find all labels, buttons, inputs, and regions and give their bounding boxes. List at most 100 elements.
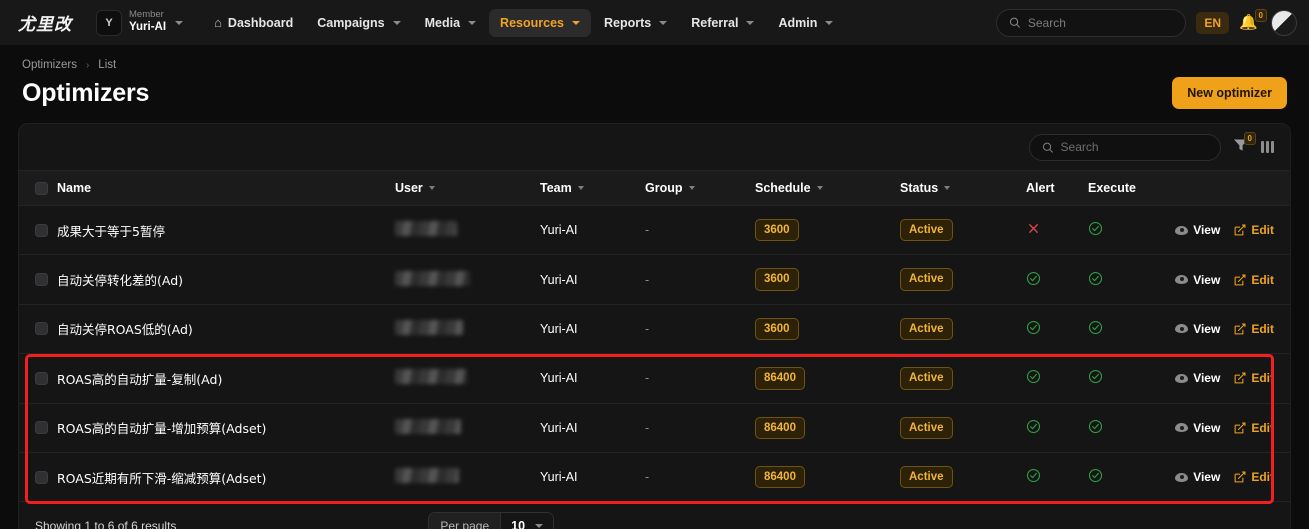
table-search-input[interactable] [1060,140,1208,154]
edit-action[interactable]: Edit [1234,421,1274,435]
nav-item-media[interactable]: Media [414,9,487,37]
group-value: - [645,420,650,435]
cell-status: Active [900,403,1026,453]
nav-item-label: Reports [603,15,652,30]
avatar[interactable] [1271,9,1297,36]
column-header-status[interactable]: Status [900,170,1026,206]
chevron-down-icon [577,186,584,190]
row-select-cell [19,304,57,355]
cell-group: - [645,304,755,355]
eye-icon [1175,472,1189,482]
column-header-group[interactable]: Group [645,170,755,206]
status-badge: Active [900,465,953,489]
brand-logo[interactable]: 尤里改 [18,10,72,35]
chevron-down-icon [571,20,580,25]
view-label: View [1193,420,1221,435]
edit-action[interactable]: Edit [1234,322,1274,336]
per-page-value[interactable]: 10 [500,513,554,529]
nav-item-resources[interactable]: Resources [489,8,591,37]
view-action[interactable]: View [1175,322,1220,336]
per-page-selector[interactable]: Per page 10 [428,512,555,529]
table-row[interactable]: ROAS近期有所下滑-缩减预算(Adset) Yuri-AI - 86400 Activ… [19,452,1290,503]
table-row[interactable]: 成果大于等于5暂停 Yuri-AI - 3600 Active View Edit [19,205,1290,256]
cell-alert [1026,304,1088,355]
column-header-schedule[interactable]: Schedule [755,170,900,206]
home-icon: ⌂ [214,15,222,30]
cell-name: 自动关停ROAS低的(Ad) [57,304,395,355]
row-checkbox[interactable] [35,470,48,484]
optimizer-name: ROAS高的自动扩量-复制(Ad) [57,371,223,387]
global-search-input[interactable] [1027,15,1174,30]
eye-icon [1175,225,1189,235]
table-row[interactable]: 自动关停转化差的(Ad) Yuri-AI - 3600 Active View Edit [19,254,1290,305]
table-row[interactable]: ROAS高的自动扩量-增加预算(Adset) Yuri-AI - 86400 Activ… [19,403,1290,453]
filter-button[interactable]: 0 [1233,131,1256,157]
check-circle-icon [1026,469,1041,483]
cell-status: Active [900,254,1026,305]
view-label: View [1193,371,1221,386]
table-row[interactable]: ROAS高的自动扩量-复制(Ad) Yuri-AI - 86400 Active View… [19,353,1290,404]
nav-item-referral[interactable]: Referral [680,9,765,37]
table-search-box[interactable] [1029,133,1221,161]
cell-group: - [645,254,755,305]
nav-item-label: Media [424,15,461,30]
column-header-user[interactable]: User [395,170,540,206]
view-action[interactable]: View [1175,371,1220,385]
search-icon [1010,17,1021,28]
member-name-label: Yuri-AI [129,21,167,34]
chevron-down-icon [746,20,755,25]
row-checkbox[interactable] [35,322,48,336]
new-optimizer-button[interactable]: New optimizer [1172,77,1287,109]
row-checkbox[interactable] [35,421,48,435]
table-head: Name User Team Group Schedule Status Ale… [19,170,1290,206]
optimizer-name: 成果大于等于5暂停 [57,223,165,239]
view-action[interactable]: View [1175,470,1220,484]
column-header-team[interactable]: Team [540,170,645,206]
schedule-badge: 86400 [755,416,805,439]
edit-action[interactable]: Edit [1234,223,1274,237]
cell-actions: View Edit [1175,353,1290,404]
view-action[interactable]: View [1175,223,1220,237]
cell-schedule: 86400 [755,403,900,453]
row-select-cell [19,205,57,256]
row-checkbox[interactable] [35,273,48,287]
nav-item-admin[interactable]: Admin [767,9,844,37]
nav-item-dashboard[interactable]: ⌂ Dashboard [203,9,304,37]
breadcrumb-root[interactable]: Optimizers [22,59,77,71]
group-value: - [645,223,650,238]
row-select-cell [19,254,57,305]
title-row: Optimizers New optimizer [22,77,1287,109]
row-select-cell [19,403,57,453]
cell-name: ROAS近期有所下滑-缩减预算(Adset) [57,452,395,503]
cell-name: 成果大于等于5暂停 [57,205,395,256]
edit-action[interactable]: Edit [1234,371,1274,385]
global-search-box[interactable] [996,8,1187,37]
breadcrumb-current[interactable]: List [98,59,116,71]
column-header-name[interactable]: Name [57,170,395,206]
pencil-square-icon [1234,471,1246,483]
view-action[interactable]: View [1175,421,1220,435]
nav-item-reports[interactable]: Reports [593,9,678,37]
team-value: Yuri-AI [540,420,578,435]
status-badge: Active [900,416,953,439]
chevron-down-icon [816,186,823,190]
optimizer-name: ROAS高的自动扩量-增加预算(Adset) [57,421,267,437]
edit-action[interactable]: Edit [1234,470,1274,484]
optimizer-name: 自动关停ROAS低的(Ad) [57,322,193,338]
notifications-button[interactable]: 🔔 0 [1239,8,1267,34]
member-switcher[interactable]: Y Member Yuri-AI [96,9,184,36]
row-checkbox[interactable] [35,223,48,237]
table-row[interactable]: 自动关停ROAS低的(Ad) Yuri-AI - 3600 Active View Edit [19,304,1290,355]
nav-item-campaigns[interactable]: Campaigns [306,9,411,37]
nav-right-cluster: EN 🔔 0 [996,8,1297,37]
columns-icon[interactable] [1261,141,1274,153]
edit-action[interactable]: Edit [1234,273,1274,287]
language-selector[interactable]: EN [1196,11,1229,34]
group-value: - [645,272,650,287]
row-checkbox[interactable] [35,371,48,385]
select-all-checkbox[interactable] [35,181,48,195]
view-action[interactable]: View [1175,273,1220,287]
redacted-user-value [395,221,457,237]
column-header-alert: Alert [1026,170,1088,206]
check-circle-icon [1026,419,1041,433]
